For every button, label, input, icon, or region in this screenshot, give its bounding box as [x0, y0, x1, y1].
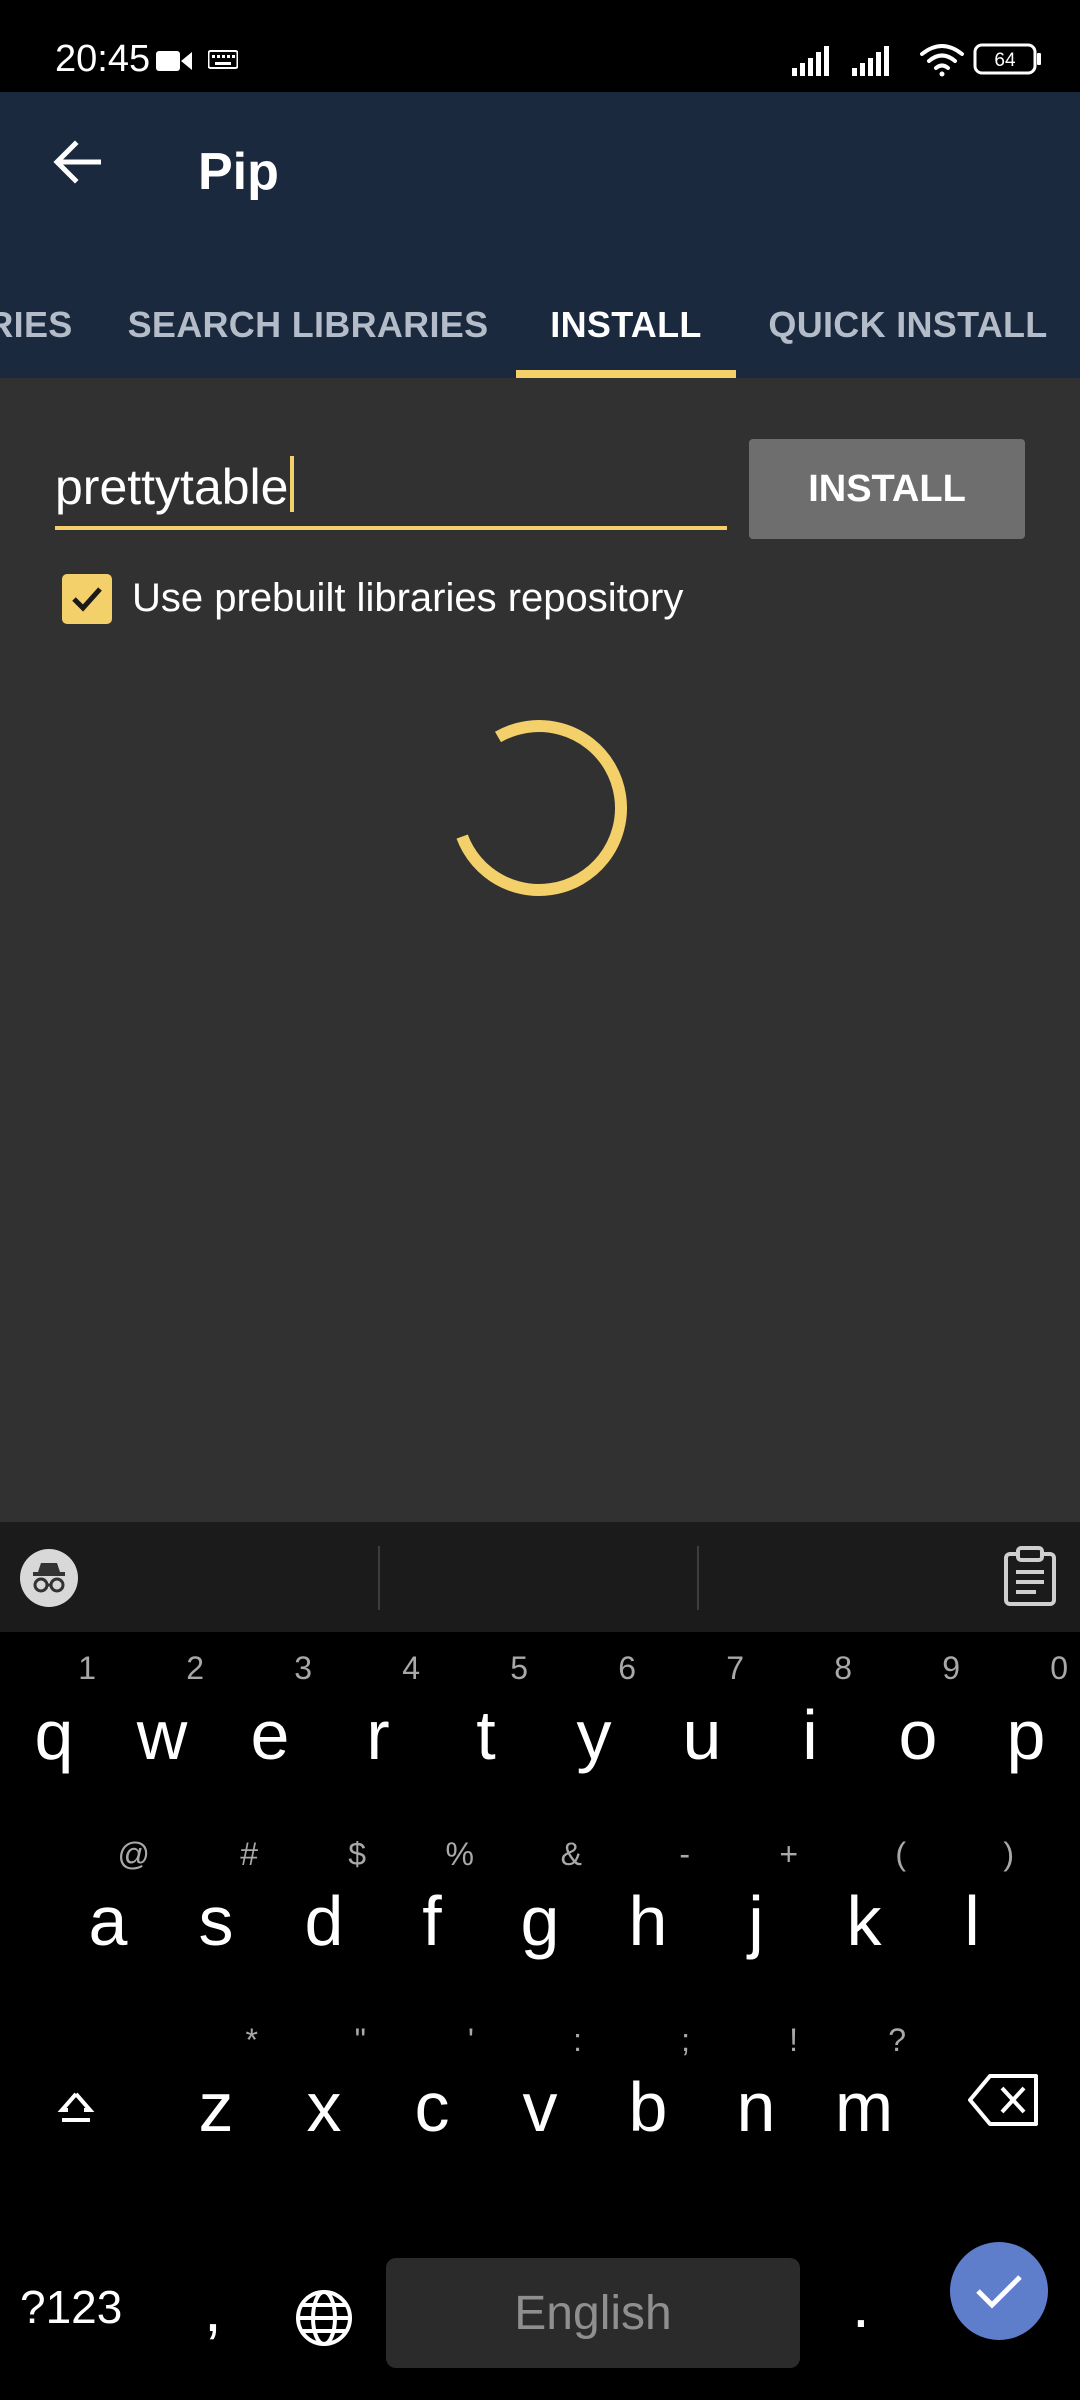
shift-key[interactable]: [44, 2074, 108, 2138]
soft-keyboard: 1q 2w 3e 4r 5t 6y 7u 8i 9o 0p @ a # s $ d %…: [0, 1632, 1080, 2400]
key-p[interactable]: 0p: [972, 1632, 1080, 1812]
app-bar: Pip RIES SEARCH LIBRARIES INSTALL QUICK …: [0, 92, 1080, 378]
clipboard-icon[interactable]: [1002, 1546, 1058, 1606]
key-w[interactable]: 2w: [108, 1632, 216, 1812]
key-d[interactable]: $ d: [270, 1818, 378, 1998]
back-button[interactable]: [44, 132, 110, 192]
key-h[interactable]: -h: [594, 1818, 702, 1998]
arrow-back-icon: [53, 140, 101, 184]
status-time: 20:45: [55, 38, 151, 80]
battery-level: 64: [994, 50, 1016, 71]
key-m[interactable]: ? m: [810, 2004, 918, 2184]
key-t[interactable]: 5t: [432, 1632, 540, 1812]
key-b[interactable]: ; b: [594, 2004, 702, 2184]
key-o[interactable]: 9o: [864, 1632, 972, 1812]
battery-icon: 64: [973, 43, 1041, 75]
package-name-input[interactable]: prettytable: [55, 444, 727, 530]
check-icon: [976, 2275, 1022, 2309]
enter-key[interactable]: [950, 2242, 1048, 2340]
signal-icon-2: [852, 46, 889, 76]
key-e[interactable]: 3e: [216, 1632, 324, 1812]
check-icon: [72, 587, 102, 612]
key-v[interactable]: :v: [486, 2004, 594, 2184]
key-x[interactable]: " x: [270, 2004, 378, 2184]
page-title: Pip: [198, 143, 279, 201]
globe-icon[interactable]: [294, 2288, 354, 2348]
comma-key[interactable]: ,: [204, 2272, 222, 2346]
key-q[interactable]: 1q: [0, 1632, 108, 1812]
tab-search-libraries[interactable]: SEARCH LIBRARIES: [110, 272, 506, 378]
key-y[interactable]: 6y: [540, 1632, 648, 1812]
key-n[interactable]: ! n: [702, 2004, 810, 2184]
backspace-key[interactable]: [968, 2072, 1040, 2128]
prebuilt-repository-checkbox[interactable]: [62, 574, 112, 624]
wifi-icon: [920, 44, 964, 77]
key-a[interactable]: @ a: [54, 1818, 162, 1998]
tab-libraries[interactable]: RIES: [0, 272, 80, 378]
text-caret: [290, 456, 295, 512]
tab-bar: RIES SEARCH LIBRARIES INSTALL QUICK INST…: [0, 272, 1080, 378]
signal-icon: [792, 46, 829, 76]
install-button[interactable]: INSTALL: [749, 439, 1025, 539]
key-r[interactable]: 4r: [324, 1632, 432, 1812]
incognito-icon: [33, 1563, 65, 1593]
symbols-key[interactable]: ?123: [20, 2280, 122, 2334]
suggestion-divider: [697, 1546, 699, 1610]
key-i[interactable]: 8i: [756, 1632, 864, 1812]
keyboard-status-icon: [208, 50, 238, 69]
video-camera-icon: [156, 51, 192, 71]
period-key[interactable]: .: [852, 2268, 870, 2342]
key-u[interactable]: 7u: [648, 1632, 756, 1812]
key-j[interactable]: + j: [702, 1818, 810, 1998]
install-panel: prettytable INSTALL Use prebuilt librari…: [0, 378, 1080, 1522]
tab-quick-install[interactable]: QUICK INSTALL: [746, 272, 1070, 378]
active-tab-indicator: [516, 370, 736, 378]
key-s[interactable]: # s: [162, 1818, 270, 1998]
key-k[interactable]: (k: [810, 1818, 918, 1998]
package-name-value: prettytable: [55, 459, 289, 515]
status-bar: 20:45 64: [0, 0, 1080, 92]
tab-install[interactable]: INSTALL: [516, 272, 736, 378]
status-icons: 64: [792, 43, 1041, 77]
key-f[interactable]: % f: [378, 1818, 486, 1998]
space-key[interactable]: English: [386, 2258, 800, 2368]
key-z[interactable]: * z: [162, 2004, 270, 2184]
key-c[interactable]: ' c: [378, 2004, 486, 2184]
loading-spinner: [451, 720, 627, 896]
suggestion-divider: [378, 1546, 380, 1610]
key-g[interactable]: & g: [486, 1818, 594, 1998]
prebuilt-repository-label[interactable]: Use prebuilt libraries repository: [132, 576, 683, 621]
incognito-button[interactable]: [20, 1549, 78, 1607]
keyboard-toolbar: [0, 1522, 1080, 1632]
key-l[interactable]: ) l: [918, 1818, 1026, 1998]
